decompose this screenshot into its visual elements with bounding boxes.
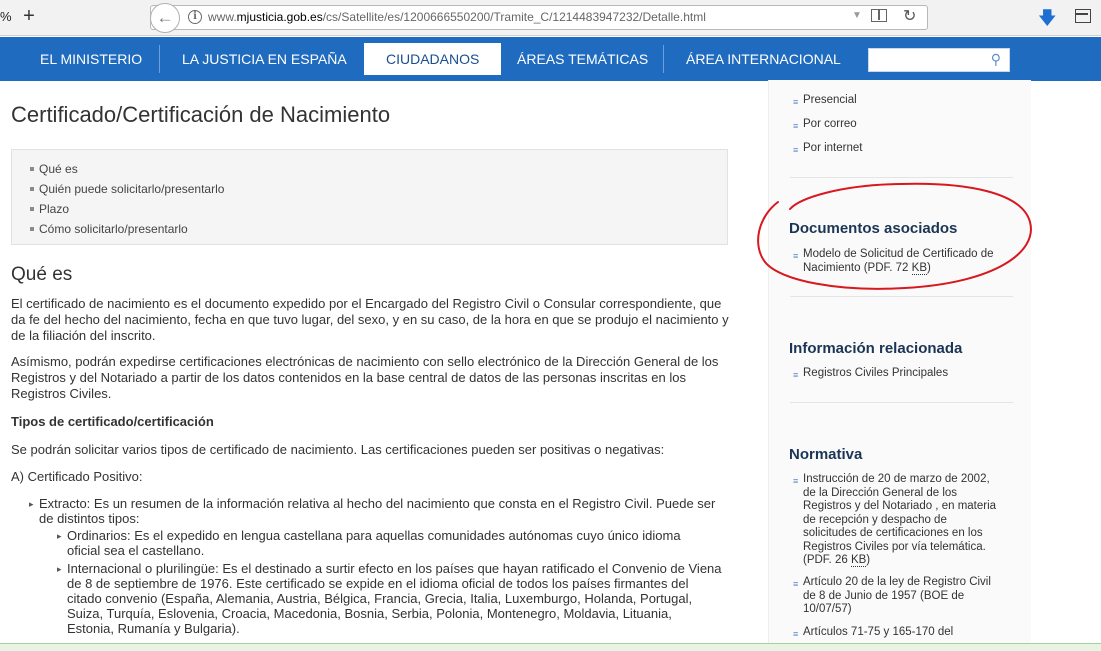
tab-fragment[interactable]: % [0,9,12,24]
toc-link-que-es[interactable]: Qué es [30,159,727,179]
link-registros-civiles[interactable]: Registros Civiles Principales [803,367,1008,381]
normativa-link-articulo-20[interactable]: Artículo 20 de la ley de Registro Civil … [803,576,1003,617]
toc-link-como[interactable]: Cómo solicitarlo/presentarlo [30,219,727,239]
list-item-extracto: Extracto: Es un resumen de la informació… [39,496,716,526]
browser-toolbar: % + ← i www.mjusticia.gob.es/cs/Satellit… [0,0,1101,36]
bullet-icon: ≡ [793,145,799,155]
table-of-contents: Qué es Quién puede solicitarlo/presentar… [11,149,728,245]
paragraph-types: Se podrán solicitar varios tipos de cert… [11,442,665,457]
normativa-link-instruccion[interactable]: Instrucción de 20 de marzo de 2002, de l… [803,473,1003,568]
paragraph-positive: A) Certificado Positivo: [11,469,143,484]
back-button[interactable]: ← [150,3,180,33]
toc-link-quien[interactable]: Quién puede solicitarlo/presentarlo [30,179,727,199]
nav-justicia-espana[interactable]: LA JUSTICIA EN ESPAÑA [182,37,347,81]
doc-link-modelo-solicitud[interactable]: Modelo de Solicitud de Certificado de Na… [803,248,1003,275]
back-arrow-icon: ← [156,8,174,27]
bullet-icon: ≡ [793,579,799,589]
bullet-icon: ≡ [793,629,799,639]
bullet-icon: ≡ [793,251,799,261]
bullet-arrow-icon: ▸ [29,499,34,509]
nav-area-internacional[interactable]: ÁREA INTERNACIONAL [686,37,841,81]
sidebar-divider [790,402,1013,403]
channel-internet[interactable]: Por internet [803,142,1008,156]
section-heading: Qué es [11,264,73,285]
nav-divider [663,45,664,73]
search-icon[interactable]: ⚲ [991,51,1001,68]
site-nav: EL MINISTERIO LA JUSTICIA EN ESPAÑA CIUD… [0,37,1101,81]
reload-icon[interactable]: ↻ [903,6,916,26]
site-search-input[interactable]: ⚲ [868,48,1010,72]
url-text[interactable]: www.mjusticia.gob.es/cs/Satellite/es/120… [208,10,706,24]
bullet-icon: ≡ [793,370,799,380]
channel-presencial[interactable]: Presencial [803,94,1008,108]
tipos-heading: Tipos de certificado/certificación [11,414,214,429]
bullet-arrow-icon: ▸ [57,531,62,541]
reader-view-icon[interactable] [871,9,887,22]
normativa-title: Normativa [789,446,863,463]
bullet-icon: ≡ [793,121,799,131]
documents-title: Documentos asociados [789,220,958,237]
status-strip [0,643,1101,651]
bullet-icon: ≡ [793,97,799,107]
nav-ciudadanos[interactable]: CIUDADANOS [364,43,502,75]
list-item-ordinarios: Ordinarios: Es el expedido en lengua cas… [67,528,681,558]
bullet-icon: ≡ [793,476,799,486]
toc-link-plazo[interactable]: Plazo [30,199,727,219]
page-title: Certificado/Certificación de Nacimiento [11,102,391,127]
sidebar-toggle-icon[interactable] [1075,9,1091,23]
new-tab-button[interactable]: + [20,4,38,28]
paragraph-definition: El certificado de nacimiento es el docum… [11,296,729,343]
channel-correo[interactable]: Por correo [803,118,1008,132]
list-item-internacional: Internacional o plurilingüe: Es el desti… [67,561,722,636]
site-info-icon[interactable]: i [188,10,202,24]
url-dropdown-icon[interactable]: ▼ [852,10,862,21]
sidebar-divider [790,177,1013,178]
paragraph-electronic: Asímismo, podrán expedirse certificacion… [11,354,719,401]
nav-divider [159,45,160,73]
download-icon[interactable]: 🡇 [1038,6,1057,36]
normativa-link-articulos-71[interactable]: Artículos 71-75 y 165-170 del [803,626,1003,640]
bullet-arrow-icon: ▸ [57,564,62,574]
nav-areas-tematicas[interactable]: ÁREAS TEMÁTICAS [517,37,648,81]
sidebar-divider [790,296,1013,297]
related-info-title: Información relacionada [789,340,963,357]
nav-el-ministerio[interactable]: EL MINISTERIO [40,37,142,81]
